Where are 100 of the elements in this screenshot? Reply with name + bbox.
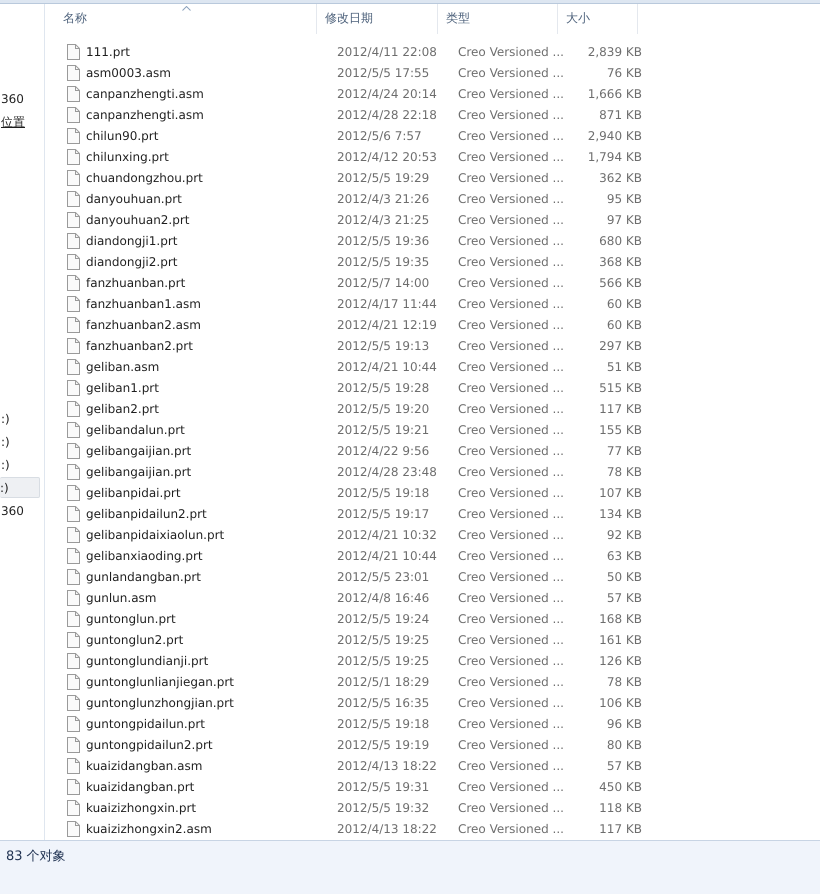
file-size: 450 KB: [598, 780, 643, 794]
file-name[interactable]: geliban.asm: [86, 360, 160, 374]
file-name[interactable]: gunlandangban.prt: [86, 570, 201, 584]
file-type: Creo Versioned ...: [457, 654, 565, 668]
file-name[interactable]: gelibanxiaoding.prt: [86, 548, 203, 562]
modified-date: 2012/5/5 19:36: [336, 234, 430, 248]
file-name[interactable]: fanzhuanban.prt: [86, 276, 186, 290]
sidebar-item[interactable]: :): [0, 477, 40, 498]
file-name[interactable]: gelibandalun.prt: [86, 422, 185, 436]
file-name[interactable]: asm0003.asm: [86, 66, 171, 80]
column-header[interactable]: 修改日期: [317, 4, 438, 34]
column-header[interactable]: 大小: [558, 4, 638, 34]
file-name[interactable]: diandongji1.prt: [86, 234, 178, 248]
file-icon: [67, 610, 80, 626]
file-name[interactable]: fanzhuanban1.asm: [86, 296, 201, 310]
file-icon: [67, 128, 80, 144]
file-name[interactable]: guntongpidailun.prt: [86, 716, 205, 730]
file-name[interactable]: diandongji2.prt: [86, 254, 178, 268]
file-name[interactable]: fanzhuanban2.asm: [86, 318, 201, 332]
file-size: 63 KB: [606, 548, 643, 562]
file-name[interactable]: geliban2.prt: [86, 402, 159, 416]
file-name[interactable]: gelibanpidaixiaolun.prt: [86, 528, 224, 542]
sidebar-item[interactable]: 360: [0, 500, 40, 521]
file-type: Creo Versioned ...: [457, 128, 565, 142]
file-name[interactable]: danyouhuan.prt: [86, 192, 182, 206]
file-name[interactable]: canpanzhengti.asm: [86, 108, 204, 122]
file-type: Creo Versioned ...: [457, 506, 565, 520]
file-name[interactable]: guntonglun.prt: [86, 612, 176, 626]
file-name[interactable]: canpanzhengti.asm: [86, 86, 204, 100]
file-name[interactable]: fanzhuanban2.prt: [86, 338, 193, 352]
file-name[interactable]: gelibanpidailun2.prt: [86, 506, 207, 520]
file-size: 92 KB: [606, 528, 643, 542]
file-icon: [67, 694, 80, 710]
file-type: Creo Versioned ...: [457, 716, 565, 730]
file-size: 117 KB: [598, 402, 643, 416]
file-name[interactable]: gunlun.asm: [86, 590, 156, 604]
file-icon: [67, 338, 80, 354]
file-icon: [67, 590, 80, 606]
file-size: 168 KB: [598, 612, 643, 626]
file-type: Creo Versioned ...: [457, 612, 565, 626]
file-name[interactable]: guntongpidailun2.prt: [86, 738, 213, 752]
file-icon: [67, 190, 80, 206]
file-size: 368 KB: [598, 254, 643, 268]
file-name[interactable]: danyouhuan2.prt: [86, 212, 190, 226]
modified-date: 2012/5/5 19:28: [336, 380, 430, 394]
modified-date: 2012/5/5 19:13: [336, 338, 430, 352]
file-type: Creo Versioned ...: [457, 422, 565, 436]
file-type: Creo Versioned ...: [457, 338, 565, 352]
modified-date: 2012/4/21 10:44: [336, 548, 438, 562]
file-name[interactable]: geliban1.prt: [86, 380, 159, 394]
modified-date: 2012/5/5 23:01: [336, 570, 430, 584]
file-icon: [67, 422, 80, 438]
file-name[interactable]: guntonglunlianjiegan.prt: [86, 674, 234, 688]
sidebar-item[interactable]: 360: [0, 88, 40, 109]
file-name[interactable]: guntonglunzhongjian.prt: [86, 696, 234, 710]
file-name[interactable]: kuaizizhongxin2.asm: [86, 822, 212, 836]
modified-date: 2012/5/5 19:25: [336, 632, 430, 646]
file-name[interactable]: chuandongzhou.prt: [86, 170, 203, 184]
file-icon: [67, 170, 80, 186]
column-header[interactable]: 名称: [55, 4, 317, 34]
sidebar-item[interactable]: 位置: [0, 111, 40, 132]
file-name[interactable]: kuaizidangban.prt: [86, 780, 194, 794]
file-size: 60 KB: [606, 296, 643, 310]
file-icon: [67, 254, 80, 270]
file-icon: [67, 296, 80, 312]
file-type: Creo Versioned ...: [457, 296, 565, 310]
file-type: Creo Versioned ...: [457, 380, 565, 394]
file-icon: [67, 442, 80, 458]
file-name[interactable]: chilun90.prt: [86, 128, 158, 142]
file-size: 57 KB: [606, 590, 643, 604]
file-type: Creo Versioned ...: [457, 800, 565, 814]
file-size: 134 KB: [598, 506, 643, 520]
file-size: 50 KB: [606, 570, 643, 584]
file-size: 161 KB: [598, 632, 643, 646]
file-type: Creo Versioned ...: [457, 632, 565, 646]
file-size: 78 KB: [606, 674, 643, 688]
file-name[interactable]: gelibanpidai.prt: [86, 486, 181, 500]
file-name[interactable]: gelibangaijian.prt: [86, 464, 192, 478]
file-name[interactable]: gelibangaijian.prt: [86, 444, 192, 458]
modified-date: 2012/5/5 17:55: [336, 66, 430, 80]
modified-date: 2012/4/12 20:53: [336, 150, 438, 164]
sidebar-item[interactable]: :): [0, 408, 40, 429]
file-name[interactable]: kuaizidangban.asm: [86, 758, 202, 772]
file-name[interactable]: guntonglun2.prt: [86, 632, 184, 646]
file-name[interactable]: guntonglundianji.prt: [86, 654, 208, 668]
file-size: 362 KB: [598, 170, 643, 184]
file-type: Creo Versioned ...: [457, 318, 565, 332]
file-icon: [67, 736, 80, 752]
file-name[interactable]: kuaizizhongxin.prt: [86, 800, 196, 814]
sidebar-item[interactable]: :): [0, 454, 40, 475]
file-icon: [67, 632, 80, 648]
sidebar-item[interactable]: :): [0, 431, 40, 452]
file-name[interactable]: chilunxing.prt: [86, 150, 169, 164]
file-type: Creo Versioned ...: [457, 44, 565, 58]
file-name[interactable]: 111.prt: [86, 44, 130, 58]
modified-date: 2012/5/5 19:35: [336, 254, 430, 268]
file-size: 297 KB: [598, 338, 643, 352]
column-header[interactable]: 类型: [438, 4, 558, 34]
file-size: 126 KB: [598, 654, 643, 668]
modified-date: 2012/5/5 19:21: [336, 422, 430, 436]
